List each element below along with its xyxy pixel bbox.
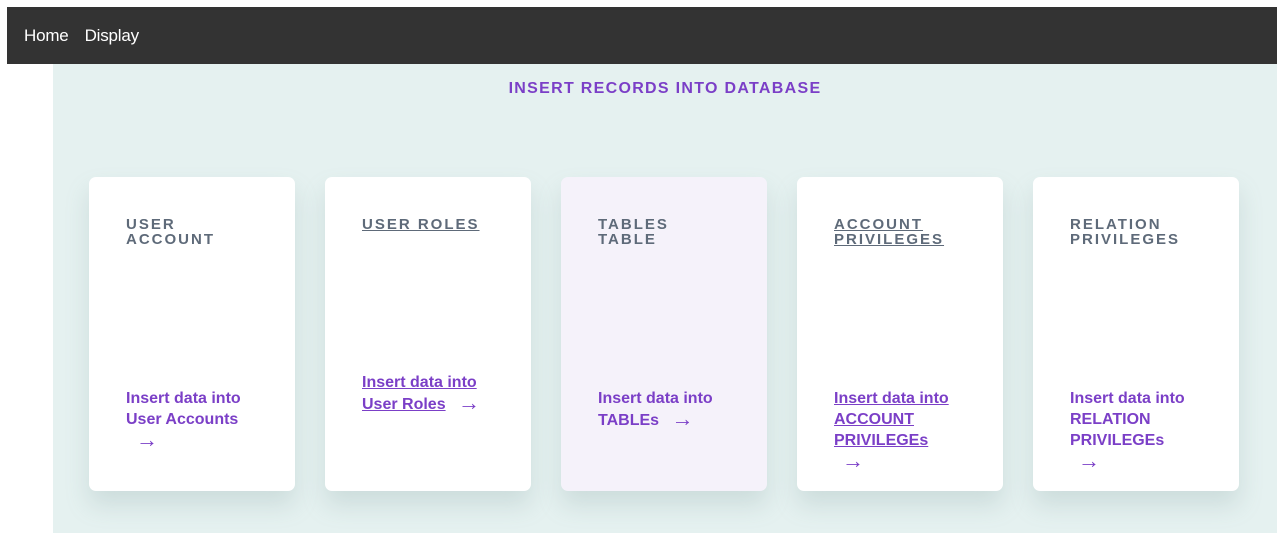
- link-line-1: Insert data into: [598, 390, 713, 407]
- arrow-right-icon: →: [458, 390, 481, 415]
- link-line-3: PRIVILEGEs: [1070, 432, 1165, 449]
- arrow-right-icon: →: [1078, 448, 1100, 473]
- card-tables-table: TABLES TABLE Insert data into TABLEs →: [561, 177, 767, 491]
- card-title-user-roles[interactable]: USER ROLES: [362, 217, 512, 232]
- insert-user-roles-link[interactable]: Insert data into User Roles →: [362, 372, 512, 415]
- link-line-2: RELATION: [1070, 411, 1151, 428]
- card-title-account-privileges[interactable]: ACCOUNT PRIVILEGES: [834, 217, 984, 247]
- insert-user-accounts-link[interactable]: Insert data into User Accounts →: [126, 388, 276, 452]
- card-user-roles: USER ROLES Insert data into User Roles →: [325, 177, 531, 491]
- insert-account-privileges-link[interactable]: Insert data into ACCOUNT PRIVILEGEs →: [834, 388, 984, 473]
- link-line-1: Insert data into: [1070, 390, 1185, 407]
- link-line-2: TABLEs: [598, 412, 660, 429]
- card-title-relation-privileges: RELATION PRIVILEGES: [1070, 216, 1181, 248]
- arrow-right-icon: →: [136, 427, 158, 452]
- link-line-2: User Accounts: [126, 411, 239, 428]
- link-line-2: User Roles: [362, 396, 446, 413]
- card-account-privileges: ACCOUNT PRIVILEGES Insert data into ACCO…: [797, 177, 1003, 491]
- top-navbar: Home Display: [7, 7, 1277, 64]
- card-relation-privileges: RELATION PRIVILEGES Insert data into REL…: [1033, 177, 1239, 491]
- nav-home-link[interactable]: Home: [24, 26, 69, 46]
- main-panel: INSERT RECORDS INTO DATABASE USER ACCOUN…: [53, 64, 1277, 533]
- insert-relation-privileges-link[interactable]: Insert data into RELATION PRIVILEGEs →: [1070, 388, 1220, 473]
- link-line-1: Insert data into: [834, 390, 949, 407]
- card-title-user-account: USER ACCOUNT: [126, 216, 215, 248]
- link-line-2: ACCOUNT: [834, 411, 914, 428]
- card-user-account: USER ACCOUNT Insert data into User Accou…: [89, 177, 295, 491]
- link-line-1: Insert data into: [126, 390, 241, 407]
- insert-tables-link[interactable]: Insert data into TABLEs →: [598, 388, 748, 431]
- card-title-tables-table: TABLES TABLE: [598, 216, 669, 248]
- link-line-1: Insert data into: [362, 374, 477, 391]
- link-line-3: PRIVILEGEs: [834, 432, 929, 449]
- arrow-right-icon: →: [671, 406, 694, 431]
- nav-display-link[interactable]: Display: [85, 26, 140, 46]
- arrow-right-icon: →: [842, 448, 864, 473]
- page-title: INSERT RECORDS INTO DATABASE: [508, 80, 822, 97]
